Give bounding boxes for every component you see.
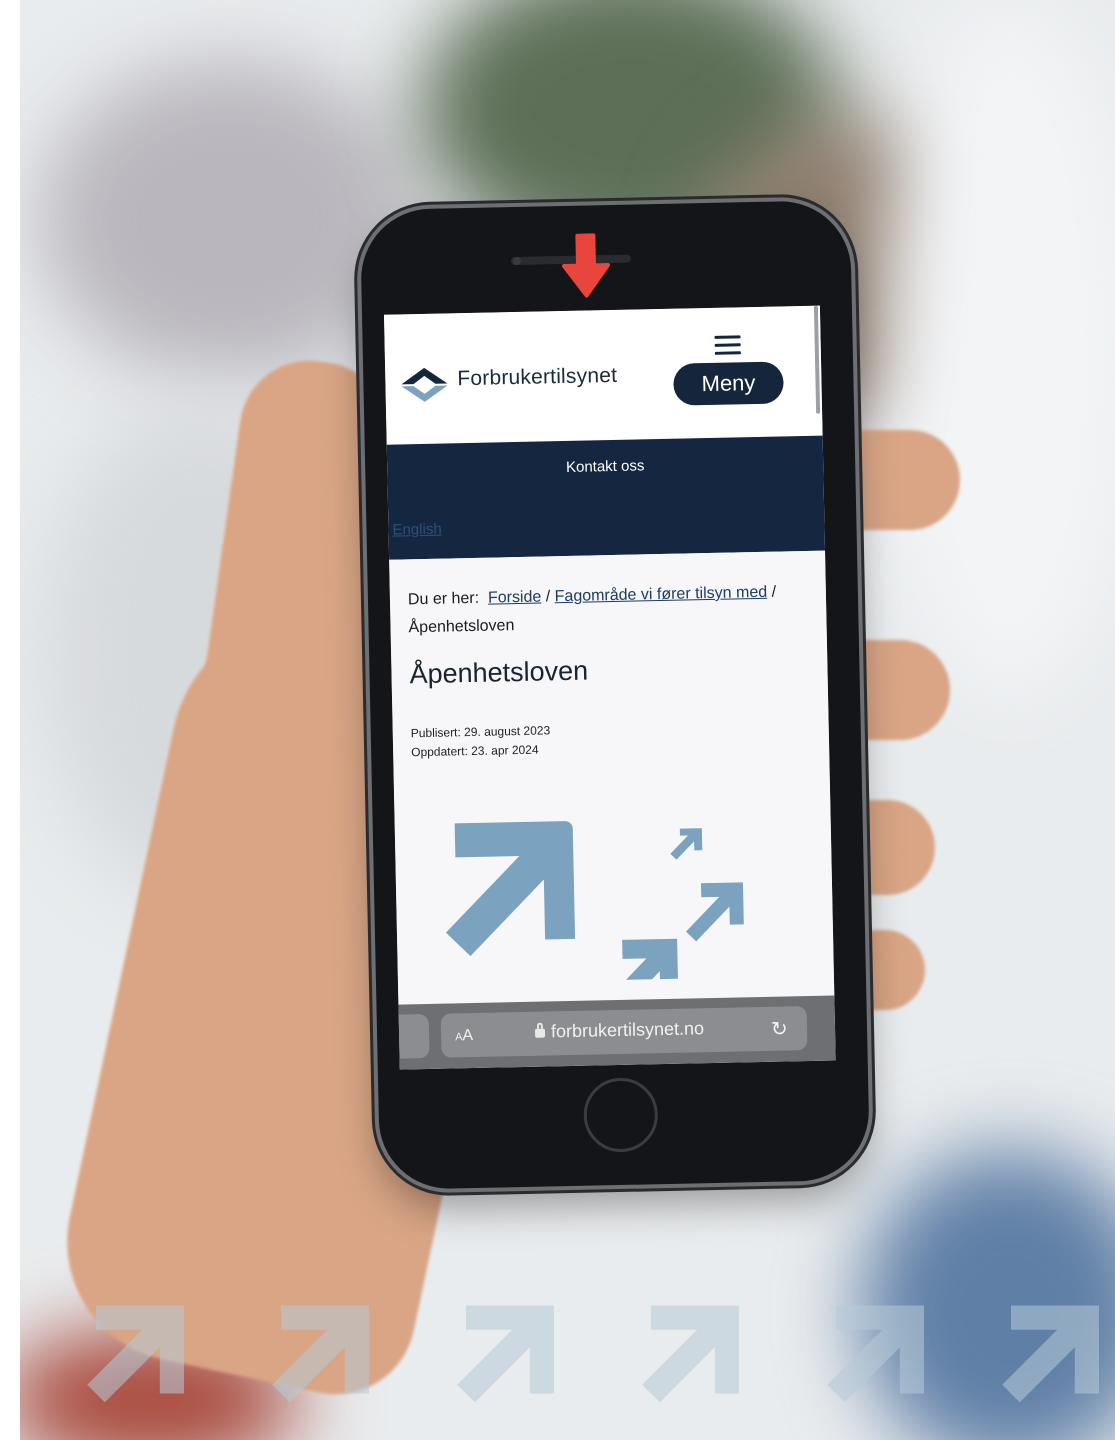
menu-button[interactable]: Meny bbox=[673, 361, 784, 406]
breadcrumb: Du er her: Forside / Fagområde vi fører … bbox=[408, 578, 809, 642]
text-size-button[interactable]: AA bbox=[455, 1027, 473, 1045]
url-text[interactable]: forbrukertilsynet.no bbox=[551, 1018, 704, 1042]
bg-blur-window bbox=[880, 0, 1115, 700]
decorative-arrow-icon bbox=[272, 1305, 369, 1403]
left-edge bbox=[0, 0, 20, 1440]
breadcrumb-separator: / bbox=[771, 583, 777, 601]
phone-screen: Forbrukertilsynet Meny Kontakt oss Engli… bbox=[383, 305, 836, 1070]
hero-arrows-illustration bbox=[445, 821, 744, 984]
page-title: Åpenhetsloven bbox=[409, 655, 589, 690]
breadcrumb-separator: / bbox=[545, 588, 551, 606]
logo-icon bbox=[401, 367, 448, 402]
site-header: Forbrukertilsynet Meny bbox=[383, 305, 823, 445]
decorative-arrow-icon bbox=[1002, 1305, 1099, 1403]
breadcrumb-home[interactable]: Forside bbox=[488, 589, 542, 607]
breadcrumb-section[interactable]: Fagområde vi fører tilsyn med bbox=[555, 584, 768, 605]
decorative-arrow-icon bbox=[642, 1305, 739, 1403]
smartphone: Forbrukertilsynet Meny Kontakt oss Engli… bbox=[359, 199, 871, 1191]
menu-icon[interactable] bbox=[714, 335, 741, 356]
updated-date: Oppdatert: 23. apr 2024 bbox=[411, 742, 539, 760]
home-button[interactable] bbox=[583, 1077, 659, 1153]
decorative-arrow-icon bbox=[87, 1305, 184, 1403]
logo-text[interactable]: Forbrukertilsynet bbox=[457, 364, 617, 391]
scroll-indicator bbox=[813, 305, 821, 414]
breadcrumb-prefix: Du er her: bbox=[407, 589, 480, 609]
page-dates: Publisert: 29. august 2023 Oppdatert: 23… bbox=[411, 721, 551, 762]
decorative-arrow-icon bbox=[827, 1305, 924, 1403]
lock-icon bbox=[534, 1028, 546, 1038]
reload-icon[interactable]: ↻ bbox=[771, 1016, 788, 1041]
breadcrumb-current: Åpenhetsloven bbox=[408, 617, 515, 637]
arrow-down-icon bbox=[562, 233, 610, 298]
previous-tab[interactable] bbox=[398, 1013, 430, 1059]
decorative-arrow-icon bbox=[457, 1305, 554, 1403]
english-link[interactable]: English bbox=[392, 521, 442, 539]
